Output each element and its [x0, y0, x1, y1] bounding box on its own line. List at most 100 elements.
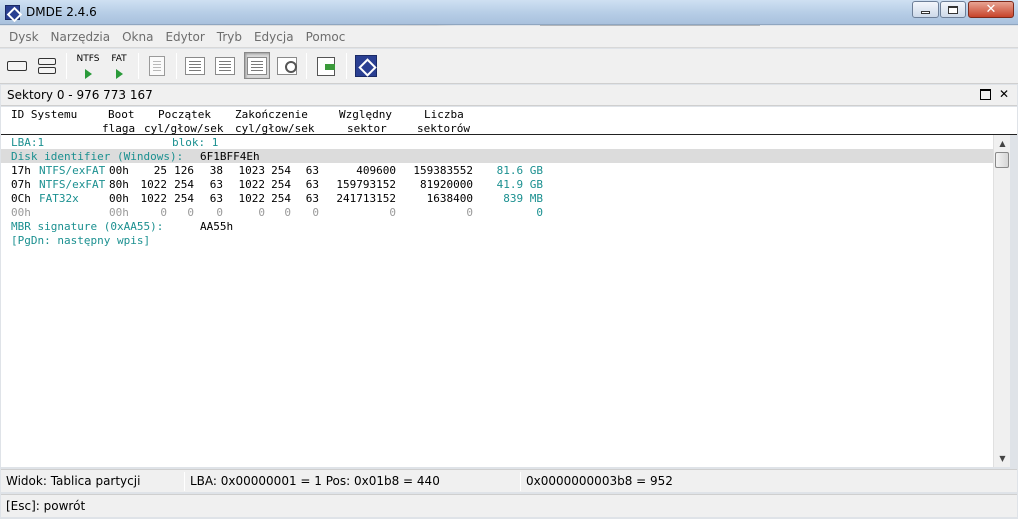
toolbar-separator	[306, 53, 307, 79]
maximize-button[interactable]	[940, 1, 966, 18]
menu-dysk[interactable]: Dysk	[3, 30, 45, 44]
table-row[interactable]: 0Ch FAT32x 00h 1022 254 63 1022 254 63 2…	[1, 191, 993, 205]
partition-size: 839 MB	[503, 192, 543, 205]
end-sec: 63	[305, 178, 319, 191]
partition-table-button[interactable]	[244, 52, 270, 79]
sector-count: 1638400	[426, 192, 473, 205]
status-divider	[184, 472, 185, 491]
find-icon	[277, 56, 297, 75]
menu-okna[interactable]: Okna	[116, 30, 159, 44]
new-document-icon	[149, 55, 165, 76]
relative-sector: 409600	[356, 164, 396, 177]
export-button[interactable]	[314, 52, 340, 79]
table-row[interactable]: 00h 00h 0 0 0 0 0 0 0 0 0	[1, 205, 993, 219]
relative-sector: 241713152	[336, 192, 396, 205]
start-cyl: 1022	[140, 192, 168, 205]
lba-row: LBA:1 blok: 1	[1, 135, 993, 149]
partition-id: 0Ch	[11, 192, 31, 205]
col-id-systemu: ID Systemu	[11, 108, 78, 121]
col-zakonczenie: Zakończenie	[235, 108, 308, 121]
panel-restore-button[interactable]	[978, 88, 992, 101]
start-head: 126	[174, 164, 194, 177]
col-poczatek: Początek	[158, 108, 211, 121]
end-head: 254	[271, 164, 291, 177]
toolbar-separator	[176, 53, 177, 79]
end-head: 254	[271, 192, 291, 205]
find-button[interactable]	[274, 52, 300, 79]
disk-button[interactable]	[4, 52, 30, 79]
disk-identifier-row[interactable]: Disk identifier (Windows): 6F1BFF4Eh	[1, 149, 993, 163]
scroll-down-icon[interactable]: ▼	[994, 450, 1011, 467]
toolbar-separator	[138, 53, 139, 79]
partition-system: FAT32x	[39, 192, 79, 205]
minimize-button[interactable]	[912, 1, 939, 18]
sector-count: 159383552	[413, 164, 473, 177]
fat-label: FAT	[111, 54, 127, 64]
end-head: 0	[284, 206, 291, 219]
panel-close-button[interactable]: ✕	[997, 88, 1011, 101]
sector-count: 0	[466, 206, 473, 219]
fat-scan-button[interactable]: FAT	[104, 52, 134, 79]
status-view: Widok: Tablica partycji	[6, 474, 141, 488]
title-bar: DMDE 2.4.6 ✕	[0, 0, 1018, 25]
partition-id: 17h	[11, 164, 31, 177]
window-title: DMDE 2.4.6	[26, 5, 97, 19]
menu-edytor[interactable]: Edytor	[159, 30, 210, 44]
dmde-logo-button[interactable]	[353, 52, 379, 79]
partition-size: 41.9 GB	[496, 178, 543, 191]
table-row[interactable]: 07h NTFS/exFAT 80h 1022 254 63 1022 254 …	[1, 177, 993, 191]
table-row[interactable]: 17h NTFS/exFAT 00h 25 126 38 1023 254 63…	[1, 163, 993, 177]
scroll-thumb[interactable]	[995, 152, 1009, 168]
ntfs-scan-button[interactable]: NTFS	[72, 52, 104, 79]
menu-edycja[interactable]: Edycja	[248, 30, 300, 44]
start-sec: 38	[209, 164, 223, 177]
partition-table-icon	[247, 56, 267, 75]
hint-bar: [Esc]: powrót	[1, 494, 1017, 517]
col-start-chs: cyl/głow/sek	[144, 122, 224, 135]
end-sec: 63	[305, 192, 319, 205]
status-divider	[520, 472, 521, 491]
start-cyl: 1022	[140, 178, 168, 191]
toolbar-separator	[346, 53, 347, 79]
partition-table-view[interactable]: LBA:1 blok: 1 Disk identifier (Windows):…	[1, 135, 993, 467]
partition-boot: 00h	[109, 164, 129, 177]
esc-hint[interactable]: [Esc]: powrót	[6, 499, 85, 513]
list-view-button[interactable]	[212, 52, 238, 79]
start-sec: 63	[209, 178, 223, 191]
disk-icon	[7, 60, 27, 71]
disk-id-label: Disk identifier (Windows):	[11, 150, 184, 163]
menu-pomoc[interactable]: Pomoc	[300, 30, 352, 44]
partition-id: 07h	[11, 178, 31, 191]
start-cyl: 0	[160, 206, 167, 219]
menu-bar: Dysk Narzędzia Okna Edytor Tryb Edycja P…	[0, 26, 1018, 48]
ntfs-play-icon	[85, 69, 92, 79]
close-button[interactable]: ✕	[968, 1, 1014, 18]
disk-id-value: 6F1BFF4Eh	[200, 150, 260, 163]
pgdn-row[interactable]: [PgDn: następny wpis]	[1, 233, 993, 247]
panel-header: Sektory 0 - 976 773 167 ✕	[1, 85, 1017, 106]
col-boot: Boot	[108, 108, 135, 121]
new-document-button[interactable]	[144, 52, 170, 79]
minimize-icon	[921, 11, 930, 14]
status-offset: 0x0000000003b8 = 952	[526, 474, 673, 488]
col-flaga: flaga	[102, 122, 136, 135]
mbr-signature-label: MBR signature (0xAA55):	[11, 220, 164, 233]
sector-count: 81920000	[420, 178, 473, 191]
vertical-scrollbar[interactable]: ▲ ▼	[993, 135, 1010, 467]
directory-view-button[interactable]	[182, 52, 208, 79]
app-icon[interactable]	[5, 5, 20, 20]
menu-tryb[interactable]: Tryb	[211, 30, 248, 44]
disks-button[interactable]	[34, 52, 60, 79]
col-wzgledny: Względny	[339, 108, 392, 121]
start-head: 0	[187, 206, 194, 219]
col-sektorow: sektorów	[417, 122, 470, 135]
end-cyl: 1022	[238, 178, 266, 191]
end-head: 254	[271, 178, 291, 191]
directory-view-icon	[185, 56, 205, 75]
partition-id: 00h	[11, 206, 31, 219]
scroll-up-icon[interactable]: ▲	[994, 135, 1011, 152]
menu-narzedzia[interactable]: Narzędzia	[45, 30, 117, 44]
partition-boot: 80h	[109, 178, 129, 191]
panel-title: Sektory 0 - 976 773 167	[7, 88, 153, 102]
maximize-icon	[948, 5, 958, 14]
